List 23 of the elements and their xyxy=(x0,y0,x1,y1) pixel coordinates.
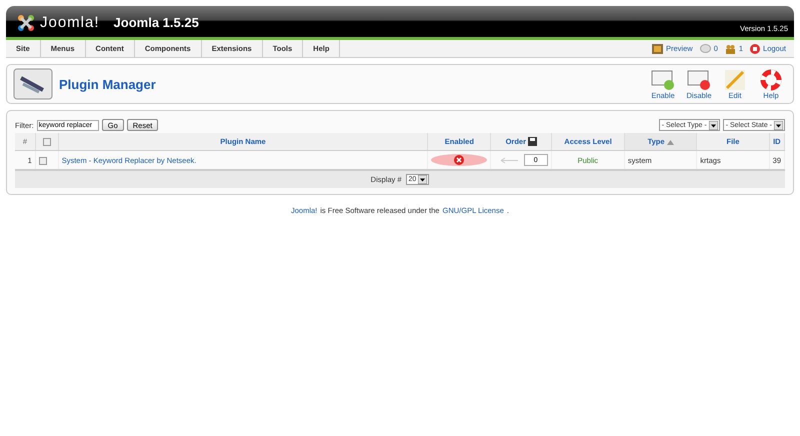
pencil-icon xyxy=(723,68,747,90)
plug-icon xyxy=(13,68,53,100)
logout-icon xyxy=(750,44,760,54)
picture-icon xyxy=(652,44,664,54)
row-checkbox[interactable] xyxy=(38,156,47,164)
speech-bubble-icon xyxy=(700,44,711,54)
caret-icon xyxy=(418,175,428,184)
caret-icon xyxy=(708,120,718,130)
caret-icon xyxy=(774,120,783,130)
lifebuoy-icon xyxy=(759,68,783,90)
window-minus-icon xyxy=(687,68,711,90)
arrow-icon xyxy=(500,156,518,164)
logo-icon xyxy=(16,12,36,32)
status-icon[interactable] xyxy=(454,154,464,164)
page-title: Plugin Manager xyxy=(59,76,156,92)
window-plus-icon xyxy=(651,68,675,90)
users-icon xyxy=(724,44,736,54)
logo-text: Joomla! xyxy=(40,14,100,31)
sort-arrow-icon xyxy=(666,140,674,145)
save-icon xyxy=(528,137,537,146)
site-title: Joomla 1.5.25 xyxy=(114,15,199,30)
column-header[interactable] xyxy=(35,133,58,150)
select-all-checkbox[interactable] xyxy=(42,138,51,146)
